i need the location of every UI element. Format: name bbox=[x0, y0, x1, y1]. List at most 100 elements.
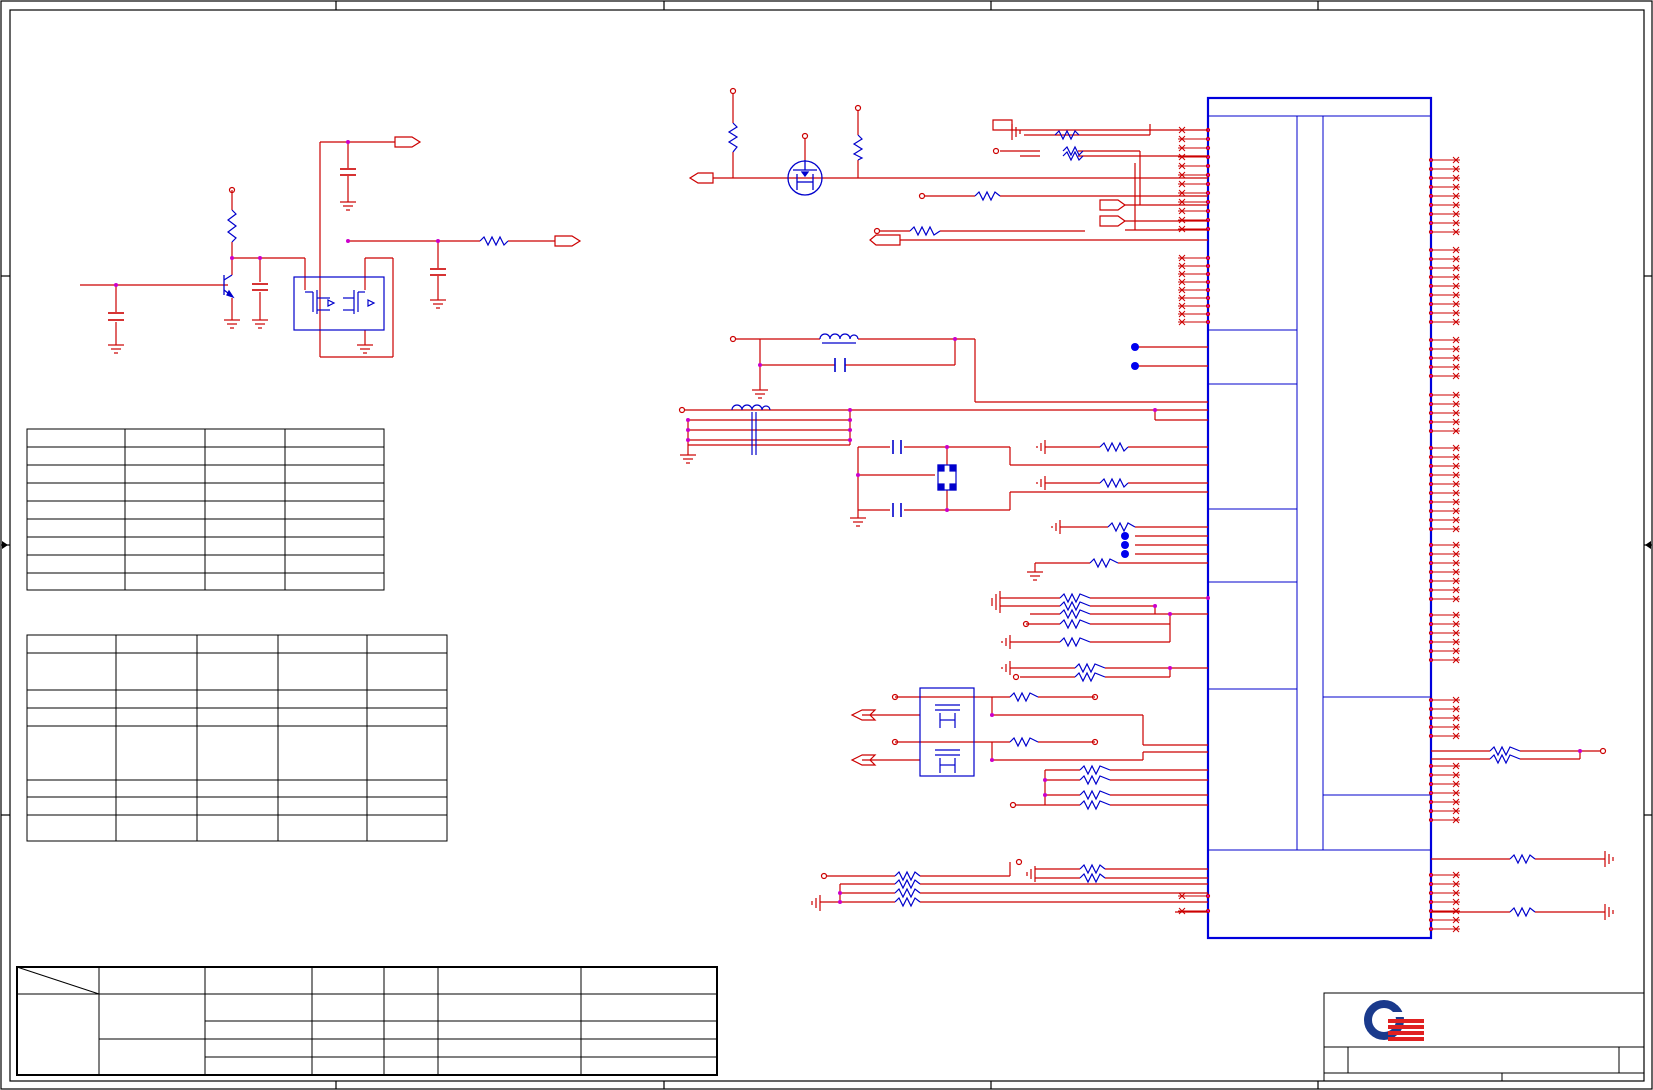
pin-dot bbox=[1428, 587, 1434, 593]
load-switch-circuit bbox=[80, 141, 555, 358]
choke-capacitor bbox=[834, 358, 846, 372]
load-switch-junctions bbox=[114, 140, 440, 287]
right-termination-grounds bbox=[1604, 851, 1614, 920]
crystal-circuit bbox=[857, 446, 1208, 518]
ic-right-pin-stubs bbox=[1428, 156, 1460, 933]
pin-dot bbox=[1428, 560, 1434, 566]
pin-dot bbox=[1428, 346, 1434, 352]
pin-dot bbox=[1205, 893, 1211, 899]
pin-dot bbox=[1428, 917, 1434, 923]
pin-dot bbox=[1428, 265, 1434, 271]
pin-dot bbox=[1428, 781, 1434, 787]
pin-dot bbox=[1205, 263, 1211, 269]
pin-dot bbox=[1428, 899, 1434, 905]
pin-dot bbox=[1428, 247, 1434, 253]
upper-signal-grounds bbox=[1011, 124, 1021, 140]
right-termination-junctions bbox=[1578, 749, 1582, 753]
pin-dot bbox=[1428, 724, 1434, 730]
choke-grounds bbox=[680, 389, 768, 464]
crystal-capacitors bbox=[892, 440, 902, 517]
pin-dot bbox=[1428, 373, 1434, 379]
pin-dot bbox=[1205, 287, 1211, 293]
pin-dot bbox=[1205, 295, 1211, 301]
pin-dot bbox=[1428, 621, 1434, 627]
table-a bbox=[26, 428, 385, 591]
pin-dot bbox=[1428, 319, 1434, 325]
pin-dot bbox=[1205, 208, 1211, 214]
pin-dot bbox=[1428, 202, 1434, 208]
pin-dot bbox=[1428, 166, 1434, 172]
pin-dot bbox=[1428, 256, 1434, 262]
bottom-bank-resistors bbox=[894, 863, 1106, 908]
main-ic-symbol bbox=[1206, 96, 1433, 940]
pin-dot bbox=[1428, 184, 1434, 190]
pin-dot bbox=[1205, 181, 1211, 187]
pin-dot bbox=[1428, 454, 1434, 460]
pin-dot bbox=[1428, 657, 1434, 663]
bottom-level-shift-resistors bbox=[1009, 691, 1111, 811]
bottom-dual-mosfet-package bbox=[919, 687, 975, 777]
pin-dot bbox=[1428, 410, 1434, 416]
pin-dot bbox=[1205, 319, 1211, 325]
pin-dot bbox=[1428, 310, 1434, 316]
pin-dot bbox=[1205, 145, 1211, 151]
pin-dot bbox=[1428, 157, 1434, 163]
right-termination-wires bbox=[1431, 747, 1607, 913]
pin-dot bbox=[1428, 733, 1434, 739]
pin-dot bbox=[1428, 355, 1434, 361]
pin-dot bbox=[1428, 337, 1434, 343]
pin-dot bbox=[1205, 303, 1211, 309]
pin-dot bbox=[1205, 199, 1211, 205]
pin-dot bbox=[1428, 926, 1434, 932]
pin-dot bbox=[1428, 508, 1434, 514]
pin-dot bbox=[1428, 763, 1434, 769]
pin-dot bbox=[1428, 569, 1434, 575]
pin-dot bbox=[1428, 612, 1434, 618]
pin-dot bbox=[1428, 445, 1434, 451]
schematic-sheet bbox=[0, 0, 1653, 1090]
pin-dot bbox=[1205, 311, 1211, 317]
pin-dot bbox=[1428, 419, 1434, 425]
pin-dot bbox=[1428, 817, 1434, 823]
pin-dot bbox=[1205, 172, 1211, 178]
pin-dot bbox=[1428, 481, 1434, 487]
pin-dot bbox=[1428, 490, 1434, 496]
pin-dot bbox=[1428, 283, 1434, 289]
pin-dot bbox=[1428, 808, 1434, 814]
pin-dot bbox=[1428, 596, 1434, 602]
pin-dot bbox=[1428, 392, 1434, 398]
pin-dot bbox=[1428, 499, 1434, 505]
pin-dot bbox=[1428, 542, 1434, 548]
choke-circuit bbox=[678, 335, 1208, 455]
load-switch-resistors bbox=[227, 209, 509, 247]
pin-dot bbox=[1428, 301, 1434, 307]
bottom-level-shift-junctions bbox=[990, 713, 1047, 797]
pin-dot bbox=[1428, 175, 1434, 181]
level-shift-resistors bbox=[727, 122, 864, 161]
pin-dot bbox=[1428, 772, 1434, 778]
pin-dot bbox=[1428, 517, 1434, 523]
pin-dot bbox=[1428, 292, 1434, 298]
bottom-bank-grounds bbox=[811, 866, 1036, 911]
frame-arrow-markers bbox=[2, 541, 1651, 549]
pin-dot bbox=[1205, 136, 1211, 142]
table-b bbox=[26, 634, 448, 842]
load-switch-grounds bbox=[108, 201, 446, 354]
pin-dot bbox=[1428, 274, 1434, 280]
npn-transistor bbox=[223, 274, 235, 299]
pin-dot bbox=[1428, 401, 1434, 407]
choke-inductors bbox=[731, 333, 859, 455]
pin-dot bbox=[1428, 790, 1434, 796]
dual-mosfet-package bbox=[293, 276, 385, 331]
pin-dot bbox=[1428, 220, 1434, 226]
pin-dot bbox=[1428, 578, 1434, 584]
pin-dot bbox=[1205, 190, 1211, 196]
crystal-oscillator-icon bbox=[937, 464, 957, 491]
pin-dot bbox=[1428, 428, 1434, 434]
pin-dot bbox=[1428, 872, 1434, 878]
pin-dot bbox=[1428, 193, 1434, 199]
quanta-q-logo-icon bbox=[1362, 995, 1424, 1045]
pin-dot bbox=[1428, 463, 1434, 469]
pin-dot bbox=[1428, 211, 1434, 217]
strap-wires bbox=[1000, 526, 1208, 681]
